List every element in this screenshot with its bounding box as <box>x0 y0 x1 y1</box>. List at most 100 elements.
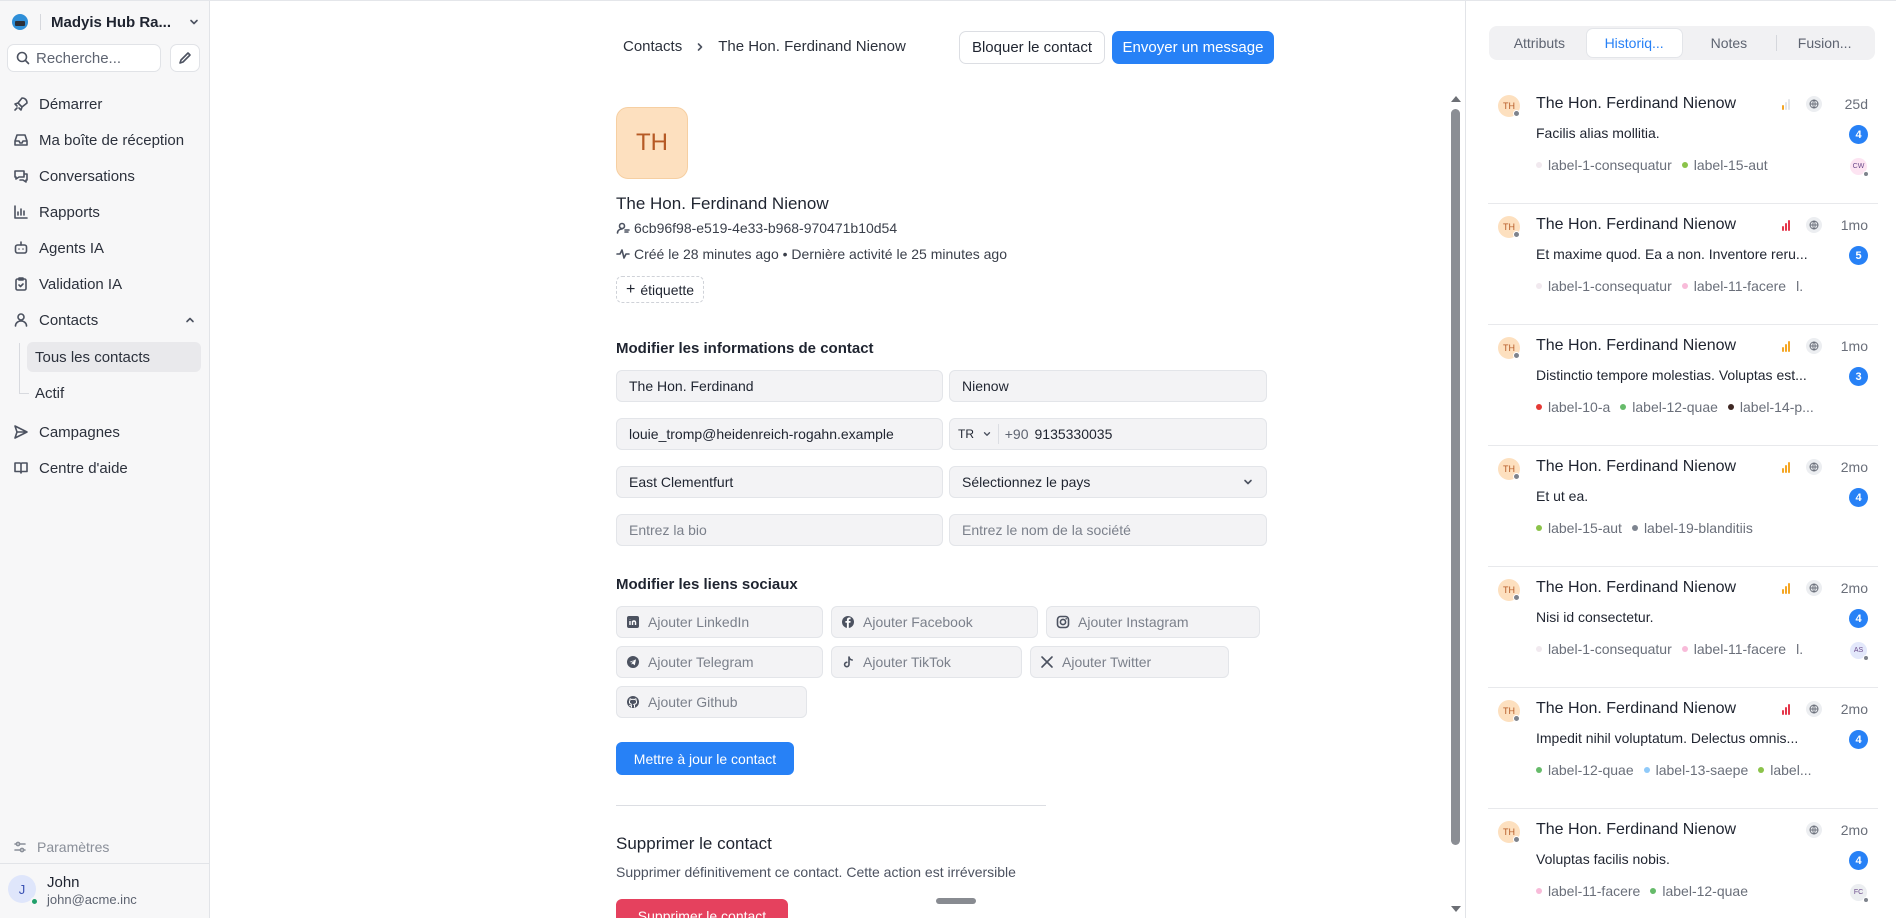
delete-contact-button[interactable]: Supprimer le contact <box>616 899 788 918</box>
conversation-card[interactable]: TH The Hon. Ferdinand Nienow 2mo Voluptas f… <box>1488 809 1878 918</box>
update-contact-button[interactable]: Mettre à jour le contact <box>616 742 794 775</box>
conversation-contact-name: The Hon. Ferdinand Nienow <box>1536 579 1737 596</box>
label-text: label-1-consequatur <box>1548 278 1672 294</box>
workspace-switcher[interactable]: Madyis Hub Ra... <box>12 11 200 33</box>
online-status-dot <box>30 897 39 906</box>
phone-field[interactable]: TR +90 <box>949 418 1267 450</box>
unread-count-badge: 5 <box>1849 246 1868 265</box>
avatar-status-dot <box>1513 594 1520 601</box>
breadcrumb-root[interactable]: Contacts <box>623 38 682 55</box>
nav-sub-all-contacts[interactable]: Tous les contacts <box>27 342 201 372</box>
conversation-card[interactable]: TH The Hon. Ferdinand Nienow 1mo Distinctio… <box>1488 325 1878 446</box>
more-labels: l. <box>1796 641 1804 657</box>
last-name-input[interactable] <box>962 378 1266 394</box>
nav-item-conversations[interactable]: Conversations <box>8 162 202 190</box>
clipboard-check-icon <box>15 277 27 291</box>
nav-sub-active[interactable]: Actif <box>27 378 201 408</box>
block-contact-button[interactable]: Bloquer le contact <box>959 31 1105 64</box>
email-input[interactable] <box>629 426 942 442</box>
nav-item-ai-agents[interactable]: Agents IA <box>8 234 202 262</box>
settings-link[interactable]: Paramètres <box>13 839 109 855</box>
city-field[interactable] <box>616 466 943 498</box>
priority-bar <box>1782 105 1784 110</box>
phone-country-select[interactable]: TR <box>958 427 998 441</box>
conversation-card[interactable]: TH The Hon. Ferdinand Nienow 2mo Nisi id co… <box>1488 567 1878 688</box>
tiktok-field[interactable]: Ajouter TikTok <box>831 646 1022 678</box>
country-select[interactable]: Sélectionnez le pays <box>949 466 1267 498</box>
avatar-status-dot <box>1513 836 1520 843</box>
company-field[interactable] <box>949 514 1267 546</box>
search-box[interactable] <box>7 44 161 72</box>
conversation-labels: label-1-consequatur label-11-facere l. <box>1536 641 1836 657</box>
first-name-field[interactable] <box>616 370 943 402</box>
scroll-up-arrow[interactable] <box>1451 96 1461 102</box>
conversation-time: 1mo <box>1840 338 1868 354</box>
first-name-input[interactable] <box>629 378 942 394</box>
edit-social-title: Modifier les liens sociaux <box>616 576 798 593</box>
label-text: label-19-blanditiis <box>1643 520 1753 536</box>
conversation-labels: label-10-a label-12-quae label-14-p... <box>1536 399 1836 415</box>
send-message-button[interactable]: Envoyer un message <box>1112 31 1274 64</box>
conversation-label: label-12-quae <box>1650 883 1748 899</box>
conversation-preview: Et ut ea. <box>1536 488 1589 504</box>
nav-item-inbox[interactable]: Ma boîte de réception <box>8 126 202 154</box>
label-text: label-11-facere <box>1693 278 1787 294</box>
app-window: Madyis Hub Ra... Démarrer Ma boîte de ré… <box>0 0 1896 918</box>
tab-notes[interactable]: Notes <box>1682 29 1777 57</box>
add-tag-button[interactable]: + étiquette <box>616 276 705 303</box>
tab-history[interactable]: Historiq... <box>1586 29 1682 57</box>
priority-bar <box>1788 220 1790 231</box>
sliders-icon <box>14 841 26 853</box>
unread-count-badge: 4 <box>1849 488 1868 507</box>
bio-input[interactable] <box>629 522 942 538</box>
scrollbar-thumb[interactable] <box>1451 109 1460 845</box>
search-input[interactable] <box>36 49 156 67</box>
nav-label: Rapports <box>39 203 100 221</box>
nav-item-help-center[interactable]: Centre d'aide <box>8 454 202 482</box>
email-field[interactable] <box>616 418 943 450</box>
avatar-status-dot <box>1513 715 1520 722</box>
unread-count-badge: 4 <box>1849 125 1868 144</box>
twitter-field[interactable]: Ajouter Twitter <box>1030 646 1229 678</box>
conversation-label: label-11-facere <box>1681 278 1787 294</box>
conversation-card[interactable]: TH The Hon. Ferdinand Nienow 1mo Et maxime … <box>1488 204 1878 325</box>
scroll-down-arrow[interactable] <box>1451 906 1461 912</box>
assignee-status-dot <box>1863 171 1869 177</box>
nav-item-campaigns[interactable]: Campagnes <box>8 418 202 446</box>
compose-button[interactable] <box>170 44 200 72</box>
instagram-field[interactable]: Ajouter Instagram <box>1046 606 1260 638</box>
workspace-divider <box>40 14 41 30</box>
section-divider <box>616 805 1046 806</box>
github-field[interactable]: Ajouter Github <box>616 686 807 718</box>
contact-name: The Hon. Ferdinand Nienow <box>616 194 829 213</box>
tab-attributes[interactable]: Attributs <box>1492 29 1587 57</box>
conversation-preview: Facilis alias mollitia. <box>1536 125 1660 141</box>
nav-item-contacts[interactable]: Contacts <box>8 306 202 334</box>
conversation-label: label-1-consequatur <box>1536 641 1672 657</box>
linkedin-field[interactable]: Ajouter LinkedIn <box>616 606 823 638</box>
user-menu[interactable]: J John john@acme.inc <box>0 863 210 918</box>
nav-item-reports[interactable]: Rapports <box>8 198 202 226</box>
telegram-field[interactable]: Ajouter Telegram <box>616 646 823 678</box>
nav-item-start[interactable]: Démarrer <box>8 90 202 118</box>
conversation-card[interactable]: TH The Hon. Ferdinand Nienow 2mo Et ut ea. 4… <box>1488 446 1878 567</box>
nav-item-ai-validation[interactable]: Validation IA <box>8 270 202 298</box>
priority-bar <box>1785 102 1787 110</box>
city-input[interactable] <box>629 474 942 490</box>
bio-field[interactable] <box>616 514 943 546</box>
drag-handle[interactable] <box>936 898 976 904</box>
last-name-field[interactable] <box>949 370 1267 402</box>
tab-merge[interactable]: Fusion... <box>1777 29 1872 57</box>
phone-input[interactable] <box>1034 426 1266 442</box>
conversation-card[interactable]: TH The Hon. Ferdinand Nienow 2mo Impedit ni… <box>1488 688 1878 809</box>
priority-bar <box>1788 704 1790 715</box>
company-input[interactable] <box>962 522 1266 538</box>
facebook-field[interactable]: Ajouter Facebook <box>831 606 1038 638</box>
conversation-card[interactable]: TH The Hon. Ferdinand Nienow 25d Facilis al… <box>1488 83 1878 204</box>
priority-bar <box>1785 344 1787 352</box>
delete-section-description: Supprimer définitivement ce contact. Cet… <box>616 864 1016 880</box>
label-color-dot <box>1681 162 1688 168</box>
conversation-labels: label-1-consequatur label-11-facere l. <box>1536 278 1836 294</box>
conversation-label: label-10-a <box>1536 399 1610 415</box>
conversation-time: 25d <box>1844 96 1868 112</box>
